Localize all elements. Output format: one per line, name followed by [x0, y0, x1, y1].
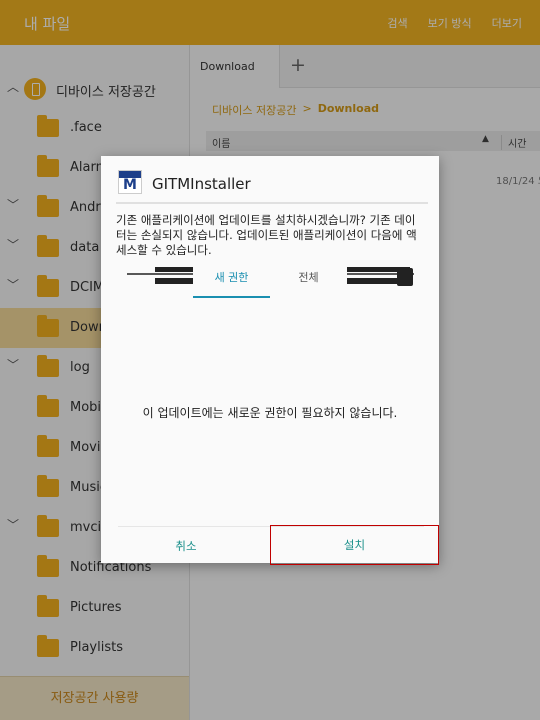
app-icon: M	[118, 170, 142, 194]
dialog-message: 기존 애플리케이션에 업데이트를 설치하시겠습니까? 기존 데이터는 손실되지 …	[116, 213, 417, 257]
install-button[interactable]: 설치	[270, 525, 439, 565]
permission-tabs: 새 권한 전체	[193, 260, 347, 298]
title-divider	[116, 202, 428, 204]
install-dialog: M GITMInstaller 기존 애플리케이션에 업데이트를 설치하시겠습니…	[101, 156, 439, 565]
no-new-permissions-text: 이 업데이트에는 새로운 권한이 필요하지 않습니다.	[142, 406, 398, 420]
dialog-title: GITMInstaller	[152, 175, 251, 193]
tab-new-permissions[interactable]: 새 권한	[193, 260, 270, 298]
tab-all-permissions[interactable]: 전체	[270, 260, 347, 298]
cancel-button[interactable]: 취소	[121, 529, 251, 563]
app-icon-letter: M	[123, 177, 137, 193]
